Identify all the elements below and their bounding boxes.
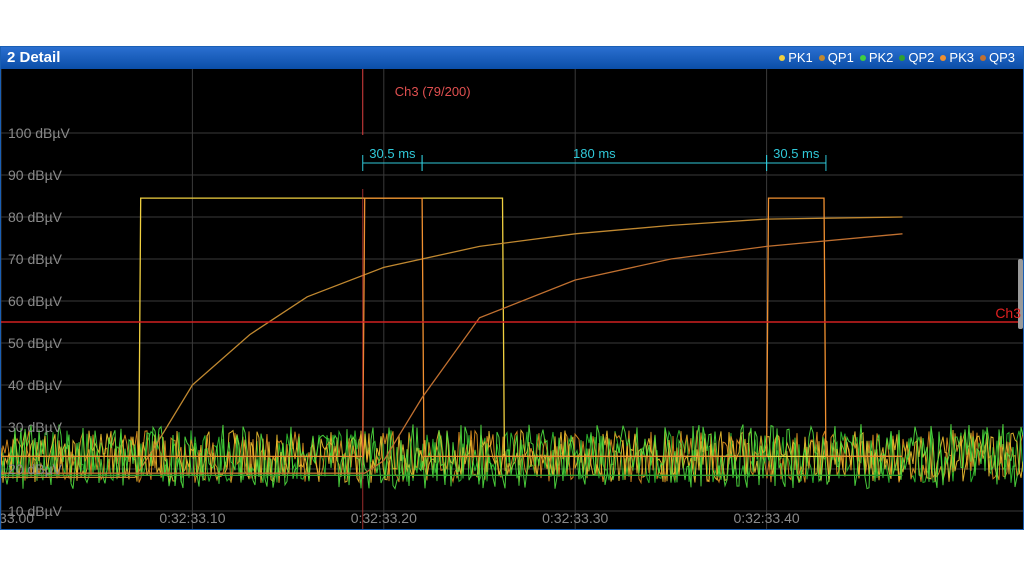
legend-label: QP2 [908, 50, 935, 65]
x-tick-label: 0:32:33.30 [542, 510, 608, 526]
legend-item-qp1: QP1 [818, 50, 854, 65]
legend-item-qp2: QP2 [899, 50, 934, 65]
delta-label: 180 ms [573, 146, 616, 161]
marker-label: Ch3 (79/200) [395, 84, 471, 99]
legend-item-pk2: PK2 [859, 50, 894, 65]
legend-item-pk3: PK3 [940, 50, 974, 65]
delta-label: 30.5 ms [369, 146, 416, 161]
y-tick-label: 90 dBµV [8, 167, 63, 183]
trace-legend: PK1 QP1 PK2 QP2 PK3 QP3 [779, 50, 1015, 65]
legend-label: PK1 [788, 50, 813, 65]
spectrum-plot[interactable]: 10 dBµV20 dBµV30 dBµV40 dBµV50 dBµV60 dB… [1, 69, 1023, 529]
y-tick-label: 20 dBµV [8, 461, 63, 477]
legend-dot-icon [899, 54, 906, 61]
legend-dot-icon [779, 54, 786, 61]
y-tick-label: 100 dBµV [8, 125, 70, 141]
x-tick-label: 0:32:33.00 [1, 510, 34, 526]
y-tick-label: 30 dBµV [8, 419, 63, 435]
y-tick-label: 70 dBµV [8, 251, 63, 267]
y-tick-label: 50 dBµV [8, 335, 63, 351]
x-tick-label: 0:32:33.10 [159, 510, 225, 526]
detail-window: 2 Detail PK1 QP1 PK2 QP2 PK3 QP3 10 dBµV 20 dB… [0, 46, 1024, 530]
y-tick-label: 60 dBµV [8, 293, 63, 309]
limit-line-label: Ch3 [995, 305, 1021, 321]
legend-label: QP1 [827, 50, 854, 65]
legend-item-pk1: PK1 [779, 50, 813, 65]
series-pk3 [1, 197, 903, 458]
legend-dot-icon [940, 54, 947, 61]
legend-label: PK3 [949, 50, 974, 65]
window-titlebar: 2 Detail PK1 QP1 PK2 QP2 PK3 QP3 [1, 47, 1023, 69]
legend-dot-icon [859, 54, 866, 61]
window-title: 2 Detail [7, 49, 61, 66]
x-tick-label: 0:32:33.40 [734, 510, 800, 526]
legend-label: PK2 [868, 50, 894, 65]
y-tick-label: 40 dBµV [8, 377, 63, 393]
legend-item-qp3: QP3 [979, 50, 1015, 65]
legend-dot-icon [979, 54, 986, 61]
legend-dot-icon [818, 54, 825, 61]
x-tick-label: 0:32:33.20 [351, 510, 417, 526]
y-tick-label: 80 dBµV [8, 209, 63, 225]
legend-label: QP3 [988, 50, 1015, 65]
delta-label: 30.5 ms [773, 146, 820, 161]
